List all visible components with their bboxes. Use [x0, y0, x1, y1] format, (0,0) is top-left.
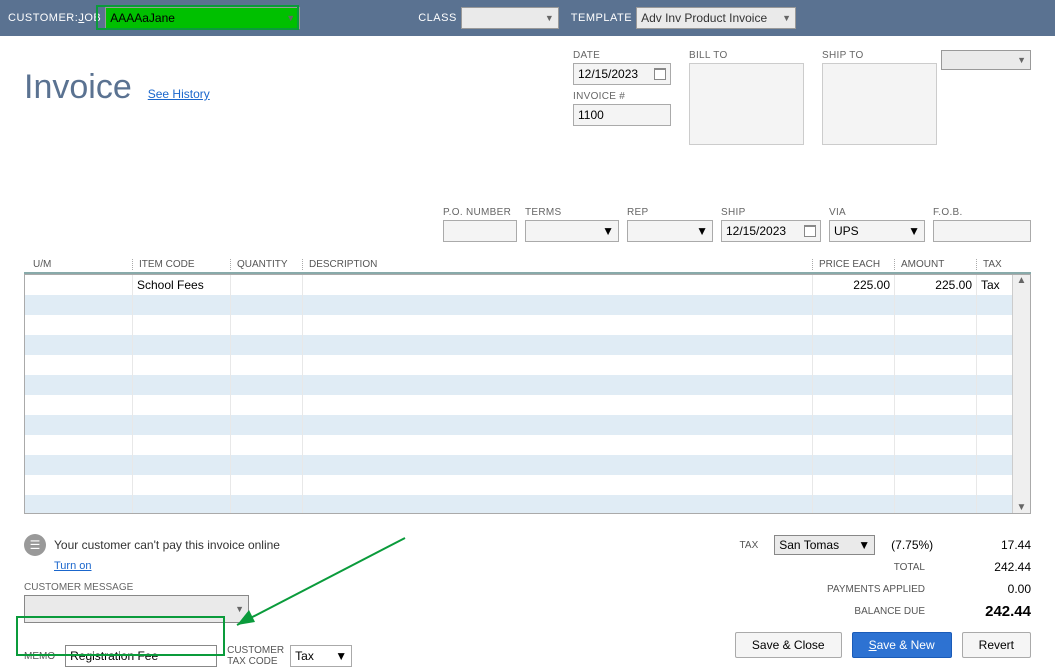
- table-row[interactable]: [25, 375, 1030, 395]
- col-um: U/M: [24, 259, 132, 270]
- table-row[interactable]: School Fees 225.00 225.00 Tax: [25, 275, 1030, 295]
- invoice-num-input[interactable]: 1100: [573, 104, 671, 126]
- chevron-down-icon: ▼: [782, 13, 791, 23]
- memo-label: MEMO: [24, 651, 55, 662]
- via-dropdown[interactable]: UPS▼: [829, 220, 925, 242]
- cell-qty[interactable]: [231, 275, 303, 295]
- table-row[interactable]: [25, 495, 1030, 514]
- table-row[interactable]: [25, 355, 1030, 375]
- payments-value: 0.00: [941, 582, 1031, 596]
- table-row[interactable]: [25, 395, 1030, 415]
- po-label: P.O. NUMBER: [443, 207, 517, 218]
- rep-label: REP: [627, 207, 713, 218]
- chevron-down-icon: ▼: [1017, 55, 1026, 65]
- via-label: VIA: [829, 207, 925, 218]
- rep-dropdown[interactable]: ▼: [627, 220, 713, 242]
- revert-button[interactable]: Revert: [962, 632, 1031, 658]
- calendar-icon[interactable]: [804, 225, 816, 237]
- chevron-down-icon: ▼: [335, 649, 347, 663]
- col-amt: AMOUNT: [894, 259, 976, 270]
- fob-input[interactable]: [933, 220, 1031, 242]
- date-label: DATE: [573, 50, 671, 61]
- ship-date-input[interactable]: 12/15/2023: [721, 220, 821, 242]
- cell-item[interactable]: School Fees: [133, 275, 231, 295]
- pay-online-text: Your customer can't pay this invoice onl…: [54, 538, 280, 552]
- balance-value: 242.44: [941, 603, 1031, 620]
- table-row[interactable]: [25, 435, 1030, 455]
- col-price: PRICE EACH: [812, 259, 894, 270]
- payment-icon: ☰: [24, 534, 46, 556]
- class-label: CLASS: [418, 12, 457, 24]
- top-bar: CUSTOMER:JOB AAAAaJane▼ CLASS ▼ TEMPLATE…: [0, 0, 1055, 36]
- class-dropdown[interactable]: ▼: [461, 7, 559, 29]
- terms-dropdown[interactable]: ▼: [525, 220, 619, 242]
- calendar-icon[interactable]: [654, 68, 666, 80]
- scroll-up-icon[interactable]: ▲: [1017, 275, 1027, 286]
- customer-message-dropdown[interactable]: ▼: [24, 595, 249, 623]
- tax-rate: (7.75%): [891, 538, 933, 552]
- see-history-link[interactable]: See History: [148, 87, 210, 101]
- chevron-down-icon: ▼: [235, 604, 244, 614]
- save-new-button[interactable]: Save & New: [852, 632, 952, 658]
- template-dropdown[interactable]: Adv Inv Product Invoice▼: [636, 7, 796, 29]
- payments-label: PAYMENTS APPLIED: [785, 584, 925, 595]
- chevron-down-icon: ▼: [602, 224, 614, 238]
- tax-dropdown[interactable]: San Tomas▼: [774, 535, 875, 555]
- table-scrollbar[interactable]: ▲▼: [1012, 275, 1030, 513]
- line-items-table[interactable]: School Fees 225.00 225.00 Tax ▲▼: [24, 274, 1031, 514]
- customer-job-dropdown[interactable]: AAAAaJane▼: [105, 7, 300, 29]
- table-row[interactable]: [25, 295, 1030, 315]
- table-row[interactable]: [25, 415, 1030, 435]
- table-row[interactable]: [25, 315, 1030, 335]
- bill-to-label: BILL TO: [689, 50, 804, 61]
- table-header: U/M ITEM CODE QUANTITY DESCRIPTION PRICE…: [24, 256, 1031, 274]
- ship-to-dropdown[interactable]: ▼: [941, 50, 1031, 70]
- invoice-num-label: INVOICE #: [573, 91, 671, 102]
- ship-label: SHIP: [721, 207, 821, 218]
- template-label: TEMPLATE: [571, 12, 632, 24]
- tax-code-dropdown[interactable]: Tax▼: [290, 645, 352, 667]
- chevron-down-icon: ▼: [858, 538, 870, 552]
- col-qty: QUANTITY: [230, 259, 302, 270]
- total-label: TOTAL: [785, 562, 925, 573]
- customer-job-label: CUSTOMER:JOB: [8, 12, 101, 24]
- col-tax: TAX: [976, 259, 1022, 270]
- cell-um[interactable]: [25, 275, 133, 295]
- turn-on-link[interactable]: Turn on: [54, 560, 92, 572]
- table-row[interactable]: [25, 455, 1030, 475]
- table-row[interactable]: [25, 335, 1030, 355]
- scroll-down-icon[interactable]: ▼: [1017, 502, 1027, 513]
- bill-to-box[interactable]: [689, 63, 804, 145]
- fob-label: F.O.B.: [933, 207, 1031, 218]
- customer-message-label: CUSTOMER MESSAGE: [24, 582, 364, 593]
- tax-amount: 17.44: [949, 538, 1031, 552]
- cell-price[interactable]: 225.00: [813, 275, 895, 295]
- table-row[interactable]: [25, 475, 1030, 495]
- memo-input[interactable]: Registration Fee: [65, 645, 217, 667]
- cell-amt[interactable]: 225.00: [895, 275, 977, 295]
- save-close-button[interactable]: Save & Close: [735, 632, 842, 658]
- chevron-down-icon: ▼: [908, 224, 920, 238]
- chevron-down-icon: ▼: [696, 224, 708, 238]
- col-item: ITEM CODE: [132, 259, 230, 270]
- chevron-down-icon: ▼: [545, 13, 554, 23]
- col-desc: DESCRIPTION: [302, 259, 812, 270]
- ship-to-label: SHIP TO: [822, 50, 937, 61]
- cell-desc[interactable]: [303, 275, 813, 295]
- page-title: Invoice: [24, 68, 132, 107]
- ship-to-box[interactable]: [822, 63, 937, 145]
- terms-label: TERMS: [525, 207, 619, 218]
- date-input[interactable]: 12/15/2023: [573, 63, 671, 85]
- balance-label: BALANCE DUE: [785, 606, 925, 617]
- po-input[interactable]: [443, 220, 517, 242]
- total-value: 242.44: [941, 560, 1031, 574]
- tax-code-label: CUSTOMERTAX CODE: [227, 645, 284, 667]
- chevron-down-icon: ▼: [286, 13, 295, 23]
- tax-label: TAX: [631, 540, 758, 551]
